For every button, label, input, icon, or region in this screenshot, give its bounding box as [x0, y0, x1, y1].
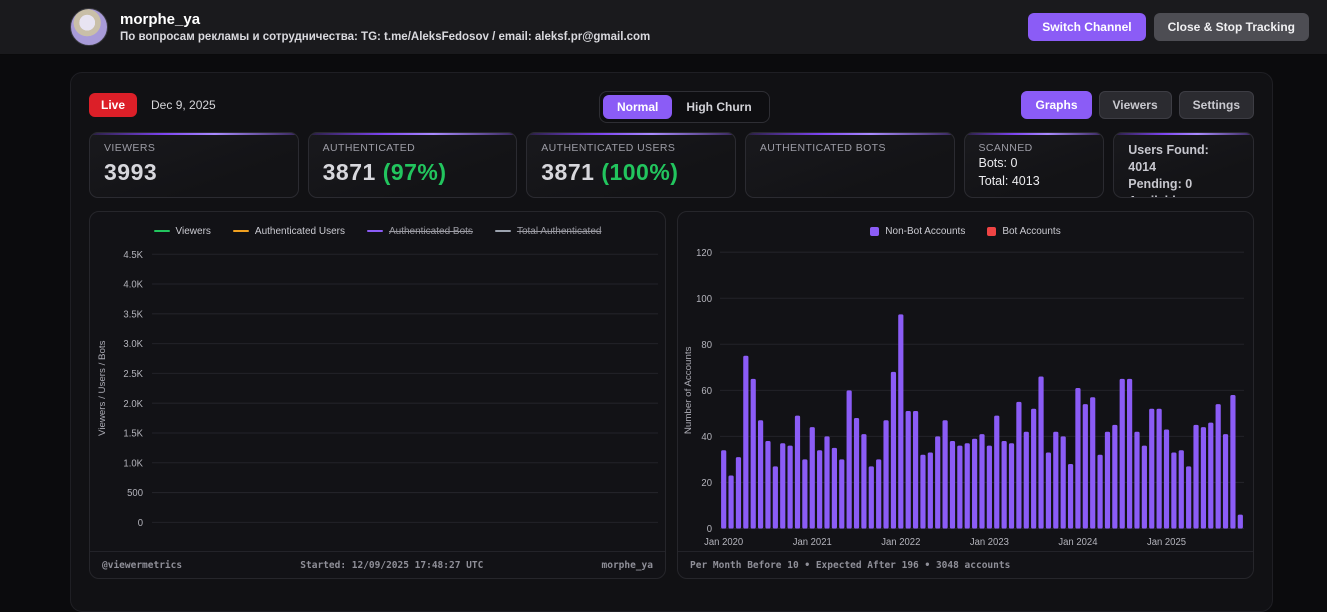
stat-card-percent: (100%)	[601, 159, 679, 185]
svg-text:0: 0	[707, 524, 712, 535]
footer-stats-summary: Per Month Before 10 • Expected After 196…	[690, 559, 1011, 571]
footer-channel-name: morphe_ya	[601, 559, 653, 571]
view-button-graphs[interactable]: Graphs	[1021, 91, 1092, 119]
svg-text:3.0K: 3.0K	[123, 339, 143, 350]
legend-label: Viewers	[175, 225, 211, 237]
legend-item-bot-accounts[interactable]: Bot Accounts	[987, 225, 1061, 237]
legend-item-non-bot-accounts[interactable]: Non-Bot Accounts	[870, 226, 965, 237]
stat-card-label: AUTHENTICATED BOTS	[759, 142, 886, 154]
svg-text:2.0K: 2.0K	[123, 399, 143, 410]
line-chart-legend: Viewers Authenticated Users Authenticated …	[90, 212, 665, 244]
svg-text:Number of Accounts: Number of Accounts	[683, 346, 694, 434]
svg-text:4.5K: 4.5K	[123, 250, 143, 261]
svg-text:3.5K: 3.5K	[123, 309, 143, 320]
stat-cards-row: VIEWERS 3993 AUTHENTICATED 3871 (97%) AUTHE…	[89, 132, 1255, 198]
stat-card-label: AUTHENTICATED	[322, 142, 416, 154]
stat-card-viewers: VIEWERS 3993	[89, 132, 299, 198]
line-chart-footer: @viewermetrics Started: 12/09/2025 17:48…	[90, 551, 665, 578]
mode-option-normal[interactable]: Normal	[603, 95, 673, 119]
stat-card-line: Users Found: 4014	[1128, 143, 1209, 174]
live-badge: Live	[89, 93, 138, 117]
svg-text:120: 120	[696, 248, 712, 259]
stat-card-label: VIEWERS	[104, 142, 156, 154]
stat-card-line: Pending: 0	[1128, 177, 1193, 191]
legend-label: Authenticated Users	[254, 225, 345, 237]
legend-label: Authenticated Bots	[388, 225, 473, 237]
svg-text:Jan 2023: Jan 2023	[970, 537, 1009, 548]
stat-card-value: 3871 (100%)	[541, 159, 679, 185]
legend-item-viewers[interactable]: Viewers	[153, 225, 211, 237]
stat-card-percent: (97%)	[382, 159, 447, 185]
charts-row: Viewers Authenticated Users Authenticated …	[89, 211, 1254, 579]
svg-text:100: 100	[696, 294, 712, 305]
viewers-line-chart-panel: Viewers Authenticated Users Authenticated …	[89, 211, 666, 579]
line-chart-plot: 4.5K 4.0K 3.5K 3.0K 2.5K 2.0K 1.5K 1.0K 500 0 View…	[90, 244, 665, 551]
stat-card-summary: Users Found: 4014 Pending: 0 Available: 38…	[1113, 132, 1255, 198]
stream-status-group: Live Dec 9, 2025	[89, 93, 216, 117]
legend-swatch	[494, 229, 511, 233]
bar-chart-footer: Per Month Before 10 • Expected After 196…	[678, 551, 1253, 578]
svg-text:Jan 2021: Jan 2021	[793, 537, 832, 548]
stat-card-authenticated-bots: AUTHENTICATED BOTS	[744, 132, 955, 198]
svg-text:Jan 2022: Jan 2022	[881, 537, 920, 548]
accounts-bar-chart-panel: Non-Bot Accounts Bot Accounts 0 20 40 60 80 10…	[677, 211, 1254, 579]
stat-card-line: Bots: 0	[978, 156, 1018, 170]
topbar-actions: Switch Channel Close & Stop Tracking	[1028, 13, 1309, 41]
svg-text:80: 80	[701, 340, 712, 351]
view-button-viewers[interactable]: Viewers	[1098, 91, 1172, 119]
svg-text:0: 0	[138, 518, 143, 529]
legend-item-authenticated-bots[interactable]: Authenticated Bots	[366, 225, 473, 237]
mode-option-high-churn[interactable]: High Churn	[672, 95, 765, 119]
view-button-settings[interactable]: Settings	[1178, 91, 1254, 119]
legend-swatch	[366, 229, 383, 233]
top-bar: morphe_ya По вопросам рекламы и сотрудни…	[0, 0, 1327, 55]
legend-label: Non-Bot Accounts	[885, 225, 966, 237]
close-stop-tracking-button[interactable]: Close & Stop Tracking	[1153, 13, 1309, 41]
stat-card-value: 3871 (97%)	[322, 159, 447, 185]
legend-item-total-authenticated[interactable]: Total Authenticated	[494, 225, 602, 237]
stat-card-label: SCANNED	[978, 142, 1033, 154]
legend-label: Total Authenticated	[516, 225, 602, 237]
svg-text:60: 60	[701, 386, 712, 397]
legend-swatch	[987, 226, 997, 236]
stat-card-scanned: SCANNED Bots: 0 Total: 4013	[963, 132, 1105, 198]
svg-text:20: 20	[701, 478, 712, 489]
legend-swatch	[153, 229, 170, 233]
svg-text:1.0K: 1.0K	[123, 458, 143, 469]
legend-swatch	[232, 229, 249, 233]
svg-text:500: 500	[127, 488, 143, 499]
svg-text:Jan 2020: Jan 2020	[704, 537, 743, 548]
stat-card-line: Available: 3864/5000	[1128, 193, 1239, 197]
dashboard-panel: Live Dec 9, 2025 Normal High Churn Graphs…	[70, 72, 1273, 612]
stat-card-authenticated: AUTHENTICATED 3871 (97%)	[307, 132, 518, 198]
footer-watermark: @viewermetrics	[102, 559, 183, 571]
svg-text:1.5K: 1.5K	[123, 428, 143, 439]
view-switch-group: Graphs Viewers Settings	[1021, 91, 1254, 119]
switch-channel-button[interactable]: Switch Channel	[1028, 13, 1146, 41]
controls-row: Live Dec 9, 2025 Normal High Churn Graphs…	[89, 91, 1254, 123]
svg-text:2.5K: 2.5K	[123, 369, 143, 380]
channel-identity: morphe_ya По вопросам рекламы и сотрудни…	[120, 11, 650, 43]
stat-card-value: 3993	[104, 159, 158, 185]
channel-username: morphe_ya	[120, 11, 201, 28]
legend-swatch	[870, 226, 880, 236]
svg-text:4.0K: 4.0K	[123, 280, 143, 291]
stat-card-line: Total: 4013	[978, 174, 1040, 188]
svg-text:40: 40	[701, 432, 712, 443]
bar-chart-plot: 0 20 40 60 80 100 120 Jan 2020 Jan 2021 Jan 2022 J…	[678, 244, 1253, 551]
svg-text:Jan 2024: Jan 2024	[1058, 537, 1098, 548]
stat-card-authenticated-users: AUTHENTICATED USERS 3871 (100%)	[526, 132, 736, 198]
legend-item-authenticated-users[interactable]: Authenticated Users	[232, 225, 345, 237]
churn-mode-toggle: Normal High Churn	[599, 91, 770, 123]
stream-date: Dec 9, 2025	[151, 98, 216, 112]
svg-text:Jan 2025: Jan 2025	[1147, 537, 1186, 548]
legend-label: Bot Accounts	[1002, 225, 1061, 237]
footer-started-timestamp: Started: 12/09/2025 17:48:27 UTC	[300, 559, 484, 571]
channel-avatar	[70, 8, 108, 46]
svg-text:Viewers / Users / Bots: Viewers / Users / Bots	[97, 340, 108, 436]
bar-chart-legend: Non-Bot Accounts Bot Accounts	[678, 212, 1253, 244]
stat-card-label: AUTHENTICATED USERS	[541, 142, 676, 154]
channel-subtitle: По вопросам рекламы и сотрудничества: TG…	[120, 31, 651, 43]
